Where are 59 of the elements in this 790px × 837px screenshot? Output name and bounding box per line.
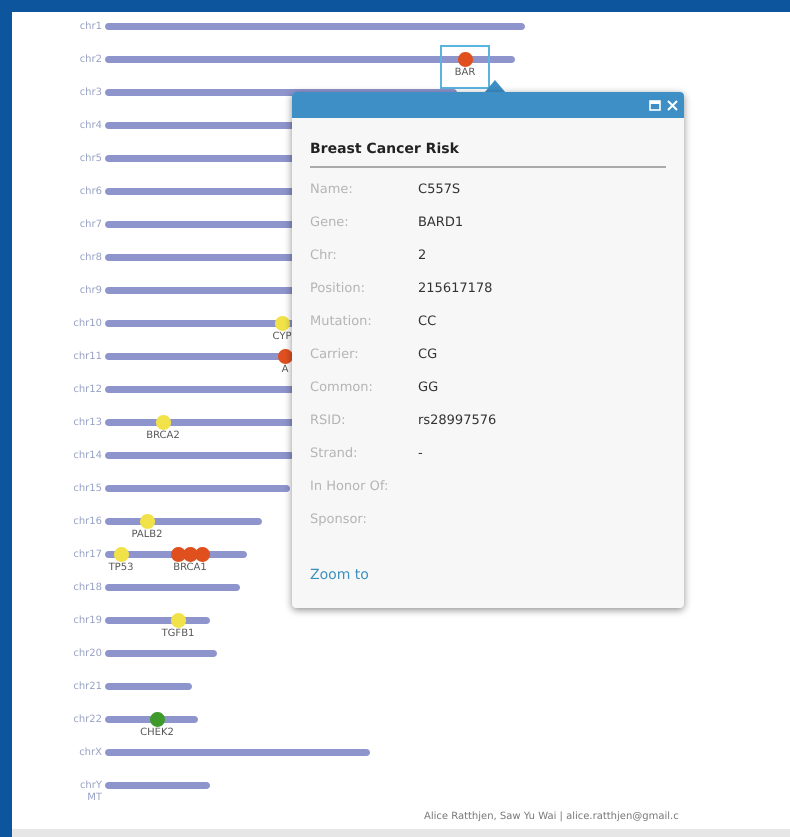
chromosome-label: chr12 bbox=[73, 383, 102, 396]
chromosome-label: chr2 bbox=[80, 53, 102, 66]
chromosome-label: chr16 bbox=[73, 515, 102, 528]
chromosome-label: chr9 bbox=[80, 284, 102, 297]
chromosome-label: chr5 bbox=[80, 152, 102, 165]
chromosome-label: chr6 bbox=[80, 185, 102, 198]
field-value: BARD1 bbox=[418, 214, 464, 232]
chromosome-label: chr11 bbox=[73, 350, 102, 363]
chromosome-label: chr4 bbox=[80, 119, 102, 132]
field-value: rs28997576 bbox=[418, 412, 496, 430]
chromosome-label: chr14 bbox=[73, 449, 102, 462]
chromosome-label: chr15 bbox=[73, 482, 102, 495]
chromosome-label: chr10 bbox=[73, 317, 102, 330]
gene-label: BRCA2 bbox=[146, 431, 180, 441]
field-label: Gene: bbox=[310, 214, 350, 232]
field-value: CG bbox=[418, 346, 438, 364]
field-label: Carrier: bbox=[310, 346, 360, 364]
chromosome-label: chr3 bbox=[80, 86, 102, 99]
field-value: C557S bbox=[418, 181, 460, 199]
field-label: Name: bbox=[310, 181, 354, 199]
chromosome-label: chr1 bbox=[80, 20, 102, 33]
field-value: 215617178 bbox=[418, 280, 492, 298]
field-label: Common: bbox=[310, 379, 374, 397]
field-label: Position: bbox=[310, 280, 366, 298]
close-icon[interactable] bbox=[667, 100, 678, 110]
gene-label: TP53 bbox=[108, 563, 134, 573]
field-label: Sponsor: bbox=[310, 511, 368, 529]
gene-label: CYP bbox=[272, 332, 292, 342]
field-label: In Honor Of: bbox=[310, 478, 390, 496]
chromosome-label: chr18 bbox=[73, 581, 102, 594]
field-label: RSID: bbox=[310, 412, 347, 430]
chromosome-label: chr22 bbox=[73, 713, 102, 726]
field-label: Chr: bbox=[310, 247, 338, 265]
chromosome-label: chr19 bbox=[73, 614, 102, 627]
chromosome-label: chr21 bbox=[73, 680, 102, 693]
maximize-icon[interactable] bbox=[649, 100, 661, 110]
chromosome-label: MT bbox=[87, 792, 102, 804]
popup-title: Breast Cancer Risk bbox=[310, 139, 666, 168]
gene-label: BAR bbox=[454, 68, 476, 78]
chromosome-label: chr8 bbox=[80, 251, 102, 264]
chromosome-label: chrY bbox=[80, 779, 102, 792]
chromosome-label: chrX bbox=[79, 746, 102, 759]
footer-credit: Alice Ratthjen, Saw Yu Wai | alice.ratthjen@gmail.c bbox=[424, 810, 679, 824]
gene-label: CHEK2 bbox=[140, 728, 174, 738]
zoom-to-link[interactable]: Zoom to bbox=[310, 565, 369, 586]
gene-label: BRCA1 bbox=[173, 563, 207, 573]
gene-label: PALB2 bbox=[131, 530, 163, 540]
field-value: CC bbox=[418, 313, 436, 331]
chromosome-label: chr20 bbox=[73, 647, 102, 660]
field-label: Mutation: bbox=[310, 313, 373, 331]
gene-label: TGFB1 bbox=[162, 629, 194, 639]
field-value: 2 bbox=[418, 247, 426, 265]
field-value: - bbox=[418, 445, 423, 463]
chromosome-label: chr13 bbox=[73, 416, 102, 429]
chromosome-label: chr17 bbox=[73, 548, 102, 561]
gene-label: A bbox=[282, 365, 288, 375]
field-label: Strand: bbox=[310, 445, 359, 463]
chromosome-label: chr7 bbox=[80, 218, 102, 231]
field-value: GG bbox=[418, 379, 438, 397]
